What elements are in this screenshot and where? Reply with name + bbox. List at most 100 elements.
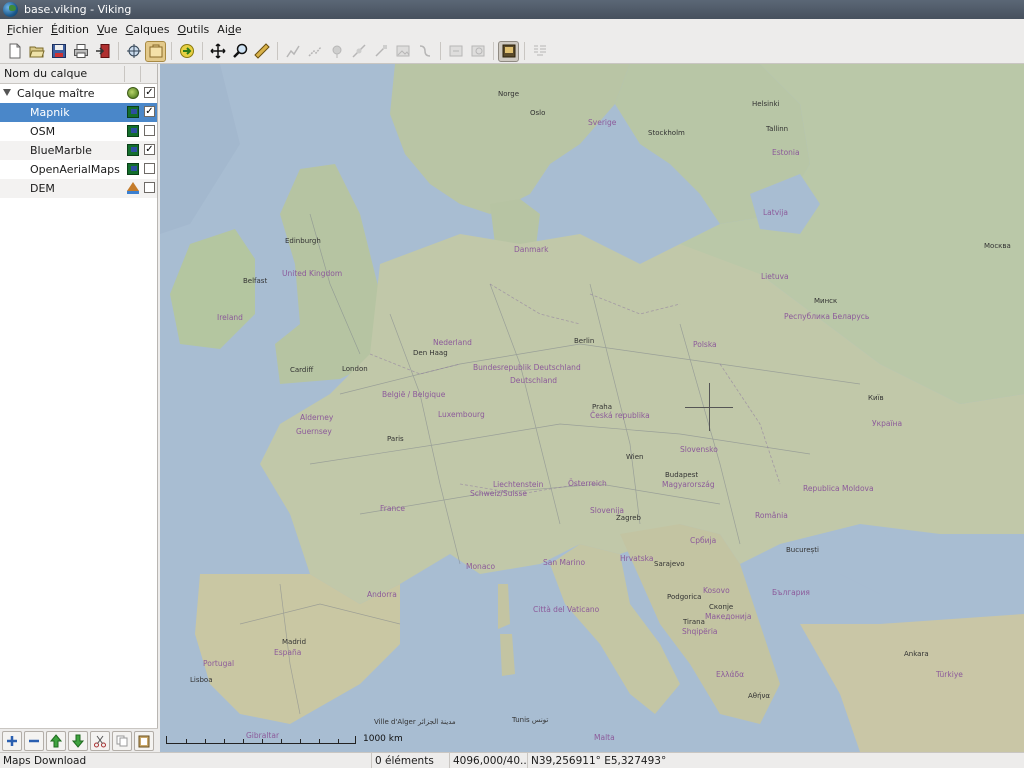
save-button[interactable]	[48, 41, 69, 62]
toolbar-separator	[171, 42, 172, 60]
aggregate-globe-icon	[127, 87, 139, 99]
show-picture-icon	[396, 45, 409, 57]
map-label-minsk: Минск	[814, 297, 838, 305]
layer-row-osm[interactable]: OSM	[0, 122, 157, 141]
map-label-budapest: Budapest	[665, 471, 699, 479]
print-button[interactable]	[70, 41, 91, 62]
menu-fichier[interactable]: Fichier	[3, 23, 47, 36]
maps-download-button[interactable]	[498, 40, 519, 62]
map-label-polska: Polska	[693, 340, 717, 349]
map-label-romania: România	[755, 511, 788, 520]
layer-visible-checkbox[interactable]: ✓	[144, 106, 155, 117]
move-down-button[interactable]	[68, 730, 88, 751]
map-view[interactable]: Norge Oslo Sverige Stockholm Helsinki Ta…	[160, 64, 1024, 752]
map-label-sanmarino: San Marino	[543, 558, 586, 567]
map-layer-icon	[127, 163, 139, 175]
paste-button[interactable]	[134, 730, 154, 751]
layer-visible-checkbox[interactable]: ✓	[144, 144, 155, 155]
scale-tick	[186, 739, 187, 743]
zoom-pan-button[interactable]	[123, 41, 144, 62]
remove-layer-button[interactable]	[24, 730, 44, 751]
map-label-belarus: Республика Беларусь	[784, 312, 870, 321]
map-label-andorra: Andorra	[367, 590, 397, 599]
scale-tick	[319, 739, 320, 743]
map-label-ireland: Ireland	[217, 313, 243, 322]
edit-trackpoint-button[interactable]	[348, 41, 369, 62]
layer-row-root[interactable]: Calque maître ✓	[0, 84, 157, 103]
layer-row-openaerialmaps[interactable]: OpenAerialMaps	[0, 160, 157, 179]
new-file-button[interactable]	[4, 41, 25, 62]
center-crosshair-v	[709, 383, 710, 431]
layer-row-dem[interactable]: DEM	[0, 179, 157, 198]
layer-row-bluemarble[interactable]: BlueMarble ✓	[0, 141, 157, 160]
map-label-villedalger: Ville d'Alger مدينة الجزائر	[374, 718, 456, 726]
menu-aide[interactable]: Aide	[213, 23, 245, 36]
map-label-luxembourg: Luxembourg	[438, 410, 485, 419]
map-label-paris: Paris	[387, 435, 404, 443]
show-picture-button[interactable]	[392, 41, 413, 62]
expander-arrow-icon[interactable]	[3, 89, 11, 96]
layer-row-mapnik[interactable]: Mapnik ✓	[0, 103, 157, 122]
header-divider	[140, 66, 141, 82]
add-layer-icon	[7, 735, 17, 746]
new-file-icon	[9, 43, 20, 59]
menu-outils[interactable]: Outils	[173, 23, 213, 36]
menu-vue[interactable]: Vue	[93, 23, 122, 36]
zoom-button[interactable]	[229, 41, 250, 62]
edit-layer-button[interactable]	[145, 40, 166, 62]
map-label-belfast: Belfast	[243, 277, 268, 285]
create-waypoint-button[interactable]	[326, 41, 347, 62]
layers-header[interactable]: Nom du calque	[0, 64, 157, 84]
map-label-hrvatska: Hrvatska	[620, 554, 654, 563]
map-label-tunis: Tunis تونس	[512, 716, 549, 724]
menu-mnemonic: d	[227, 22, 235, 36]
map-label-praha: Praha	[592, 403, 612, 411]
georef-zoom-icon	[471, 45, 484, 57]
go-forward-button[interactable]	[176, 41, 197, 62]
toolbar-separator	[118, 42, 119, 60]
map-label-norge: Norge	[498, 90, 520, 98]
layer-visible-checkbox[interactable]	[144, 125, 155, 136]
move-up-button[interactable]	[46, 730, 66, 751]
copy-button[interactable]	[112, 730, 132, 751]
map-label-podgorica: Podgorica	[667, 593, 702, 601]
layer-visible-checkbox[interactable]	[144, 163, 155, 174]
layer-name: BlueMarble	[30, 144, 92, 157]
paste-icon	[138, 735, 150, 747]
layer-visible-checkbox[interactable]: ✓	[144, 87, 155, 98]
open-file-button[interactable]	[26, 41, 47, 62]
scale-label: 1000 km	[363, 734, 403, 744]
cut-button[interactable]	[90, 730, 110, 751]
edit-waypoint-button[interactable]	[370, 41, 391, 62]
layers-panel: Nom du calque Calque maître ✓ Mapnik ✓ O…	[0, 64, 158, 752]
layer-name: OSM	[30, 125, 56, 138]
map-label-bulgaria: България	[772, 588, 810, 597]
header-divider	[124, 66, 125, 82]
scale-tick	[243, 739, 244, 743]
menu-calques[interactable]: Calques	[122, 23, 174, 36]
menu-mnemonic: O	[177, 22, 187, 36]
create-track-button[interactable]	[282, 41, 303, 62]
dem-download-button[interactable]	[529, 41, 550, 62]
status-coordinates: N39,256911° E5,327493°	[531, 755, 667, 767]
georef-zoom-button[interactable]	[467, 41, 488, 62]
ruler-button[interactable]	[251, 41, 272, 62]
create-route-button[interactable]	[304, 41, 325, 62]
scale-tick	[281, 739, 282, 743]
main-toolbar	[0, 39, 1024, 64]
map-label-denhaag: Den Haag	[413, 349, 448, 357]
menu-edition[interactable]: Édition	[47, 23, 93, 36]
status-zoom: 4096,000/40...	[450, 753, 528, 768]
map-label-moldova: Republica Moldova	[803, 484, 874, 493]
map-label-helsinki: Helsinki	[752, 100, 780, 108]
add-layer-button[interactable]	[2, 730, 22, 751]
exit-button[interactable]	[92, 41, 113, 62]
edit-waypoint-icon	[374, 45, 387, 57]
create-waypoint-icon	[332, 45, 341, 58]
edit-layer-icon	[149, 44, 162, 58]
pan-button[interactable]	[207, 41, 228, 62]
layer-visible-checkbox[interactable]	[144, 182, 155, 193]
splitter-button[interactable]	[414, 41, 435, 62]
georef-move-button[interactable]	[445, 41, 466, 62]
pan-icon	[209, 43, 226, 59]
